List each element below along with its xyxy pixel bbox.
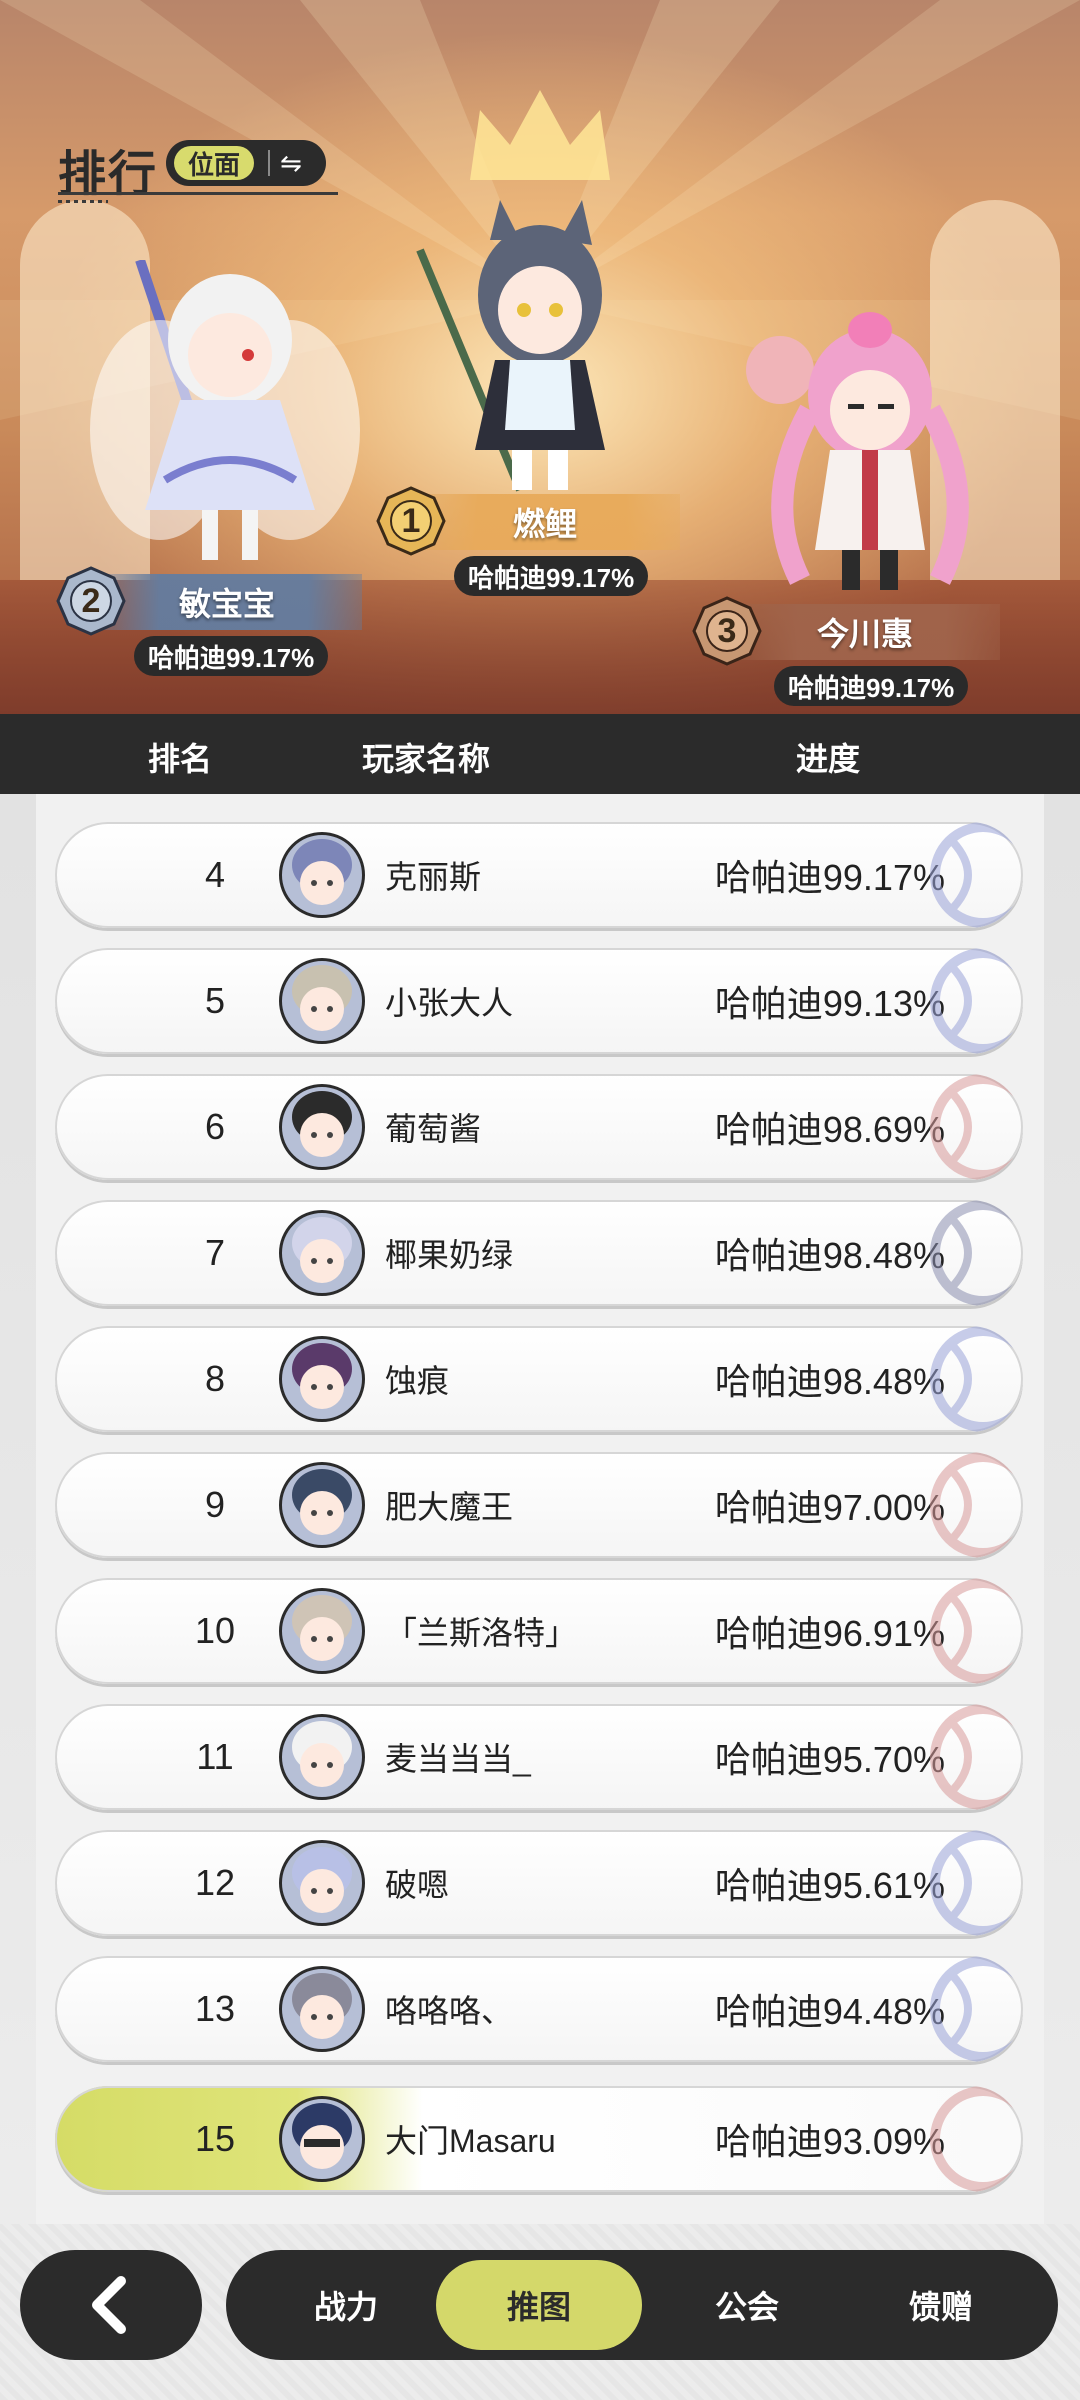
player-name: 克丽斯 xyxy=(385,859,482,895)
player-name: 椰果奶绿 xyxy=(385,1237,514,1273)
tab-gift[interactable]: 馈赠 xyxy=(856,2250,1026,2360)
player-name: 麦当当当_ xyxy=(385,1741,531,1777)
player-avatar xyxy=(279,1084,365,1170)
row-emblem-decoration xyxy=(930,1200,1023,1306)
my-name: 大门Masaru xyxy=(385,2123,556,2159)
tab-bar: 战力 推图 公会 馈赠 xyxy=(226,2250,1058,2360)
player-avatar xyxy=(279,1588,365,1674)
title-dots xyxy=(58,200,108,203)
row-emblem-decoration xyxy=(930,822,1023,928)
player-avatar xyxy=(279,1714,365,1800)
tab-power[interactable]: 战力 xyxy=(266,2250,426,2360)
player-name: 咯咯咯、 xyxy=(385,1993,514,2029)
tab-guild[interactable]: 公会 xyxy=(662,2250,832,2360)
podium-1-name: 燃鲤 xyxy=(410,494,680,550)
ranking-row[interactable]: 10 「兰斯洛特」 哈帕迪96.91% xyxy=(55,1578,1023,1684)
row-rank: 10 xyxy=(194,1610,236,1651)
podium-3-score: 哈帕迪99.17% xyxy=(774,666,969,706)
player-avatar xyxy=(279,832,365,918)
bronze-medal-icon: 3 xyxy=(692,596,762,666)
column-player-label: 玩家名称 xyxy=(362,741,491,777)
row-emblem-decoration xyxy=(930,1326,1023,1432)
throne-crown-decoration xyxy=(470,90,610,180)
mode-switch-button[interactable]: 位面 ⇋ xyxy=(166,140,326,186)
second-place-character[interactable] xyxy=(80,260,380,570)
title-underline xyxy=(58,192,338,195)
my-rank-row[interactable]: 15 大门Masaru 哈帕迪93.09% xyxy=(55,2086,1023,2192)
row-emblem-decoration xyxy=(930,1578,1023,1684)
player-avatar xyxy=(279,1336,365,1422)
podium-3-rank: 3 xyxy=(717,611,737,650)
column-progress-label: 进度 xyxy=(796,741,861,777)
player-name: 葡萄酱 xyxy=(385,1111,482,1147)
row-emblem-decoration xyxy=(930,2086,1023,2192)
back-button[interactable] xyxy=(20,2250,202,2360)
ranking-row[interactable]: 7 椰果奶绿 哈帕迪98.48% xyxy=(55,1200,1023,1306)
column-rank-label: 排名 xyxy=(148,741,213,777)
row-emblem-decoration xyxy=(930,1830,1023,1936)
column-header: 排名 玩家名称 进度 xyxy=(0,714,1080,794)
podium-2-rank: 2 xyxy=(81,581,101,620)
row-emblem-decoration xyxy=(930,948,1023,1054)
ranking-row[interactable]: 5 小张大人 哈帕迪99.13% xyxy=(55,948,1023,1054)
player-avatar xyxy=(279,1462,365,1548)
player-avatar xyxy=(279,958,365,1044)
row-rank: 4 xyxy=(204,854,226,895)
row-rank: 11 xyxy=(196,1736,234,1777)
player-name: 破嗯 xyxy=(385,1867,450,1903)
row-rank: 9 xyxy=(204,1484,226,1525)
row-rank: 12 xyxy=(194,1862,236,1903)
player-avatar xyxy=(279,1840,365,1926)
player-name: 肥大魔王 xyxy=(385,1489,514,1525)
row-emblem-decoration xyxy=(930,1704,1023,1810)
player-name: 蚀痕 xyxy=(385,1363,450,1399)
ranking-row[interactable]: 4 克丽斯 哈帕迪99.17% xyxy=(55,822,1023,928)
player-name: 小张大人 xyxy=(385,985,514,1021)
podium-2-name: 敏宝宝 xyxy=(92,574,362,630)
row-rank: 13 xyxy=(194,1988,236,2029)
podium-2-score: 哈帕迪99.17% xyxy=(134,636,329,676)
my-rank: 15 xyxy=(194,2118,236,2159)
podium-1-rank: 1 xyxy=(401,501,421,540)
player-name: 「兰斯洛特」 xyxy=(385,1615,578,1651)
first-place-character[interactable] xyxy=(400,200,680,500)
row-rank: 5 xyxy=(204,980,226,1021)
podium-1-score: 哈帕迪99.17% xyxy=(454,556,649,596)
podium-3-name: 今川惠 xyxy=(730,604,1000,660)
player-avatar xyxy=(279,1210,365,1296)
ranking-row[interactable]: 12 破嗯 哈帕迪95.61% xyxy=(55,1830,1023,1936)
tab-progression[interactable]: 推图 xyxy=(436,2260,642,2350)
ranking-row[interactable]: 9 肥大魔王 哈帕迪97.00% xyxy=(55,1452,1023,1558)
mode-label: 位面 xyxy=(174,146,255,180)
ranking-row[interactable]: 13 咯咯咯、 哈帕迪94.48% xyxy=(55,1956,1023,2062)
ranking-row[interactable]: 8 蚀痕 哈帕迪98.48% xyxy=(55,1326,1023,1432)
silver-medal-icon: 2 xyxy=(56,566,126,636)
player-avatar xyxy=(279,1966,365,2052)
mode-separator xyxy=(268,150,271,176)
row-rank: 8 xyxy=(204,1358,226,1399)
gold-medal-icon: 1 xyxy=(376,486,446,556)
row-rank: 6 xyxy=(204,1106,226,1147)
row-emblem-decoration xyxy=(930,1074,1023,1180)
chevron-left-icon xyxy=(92,2276,126,2334)
ranking-row[interactable]: 11 麦当当当_ 哈帕迪95.70% xyxy=(55,1704,1023,1810)
row-emblem-decoration xyxy=(930,1452,1023,1558)
row-emblem-decoration xyxy=(930,1956,1023,2062)
my-avatar xyxy=(279,2096,365,2182)
ranking-row[interactable]: 6 葡萄酱 哈帕迪98.69% xyxy=(55,1074,1023,1180)
row-rank: 7 xyxy=(204,1232,226,1273)
swap-arrows-icon: ⇋ xyxy=(280,147,302,178)
third-place-character[interactable] xyxy=(730,300,1030,600)
